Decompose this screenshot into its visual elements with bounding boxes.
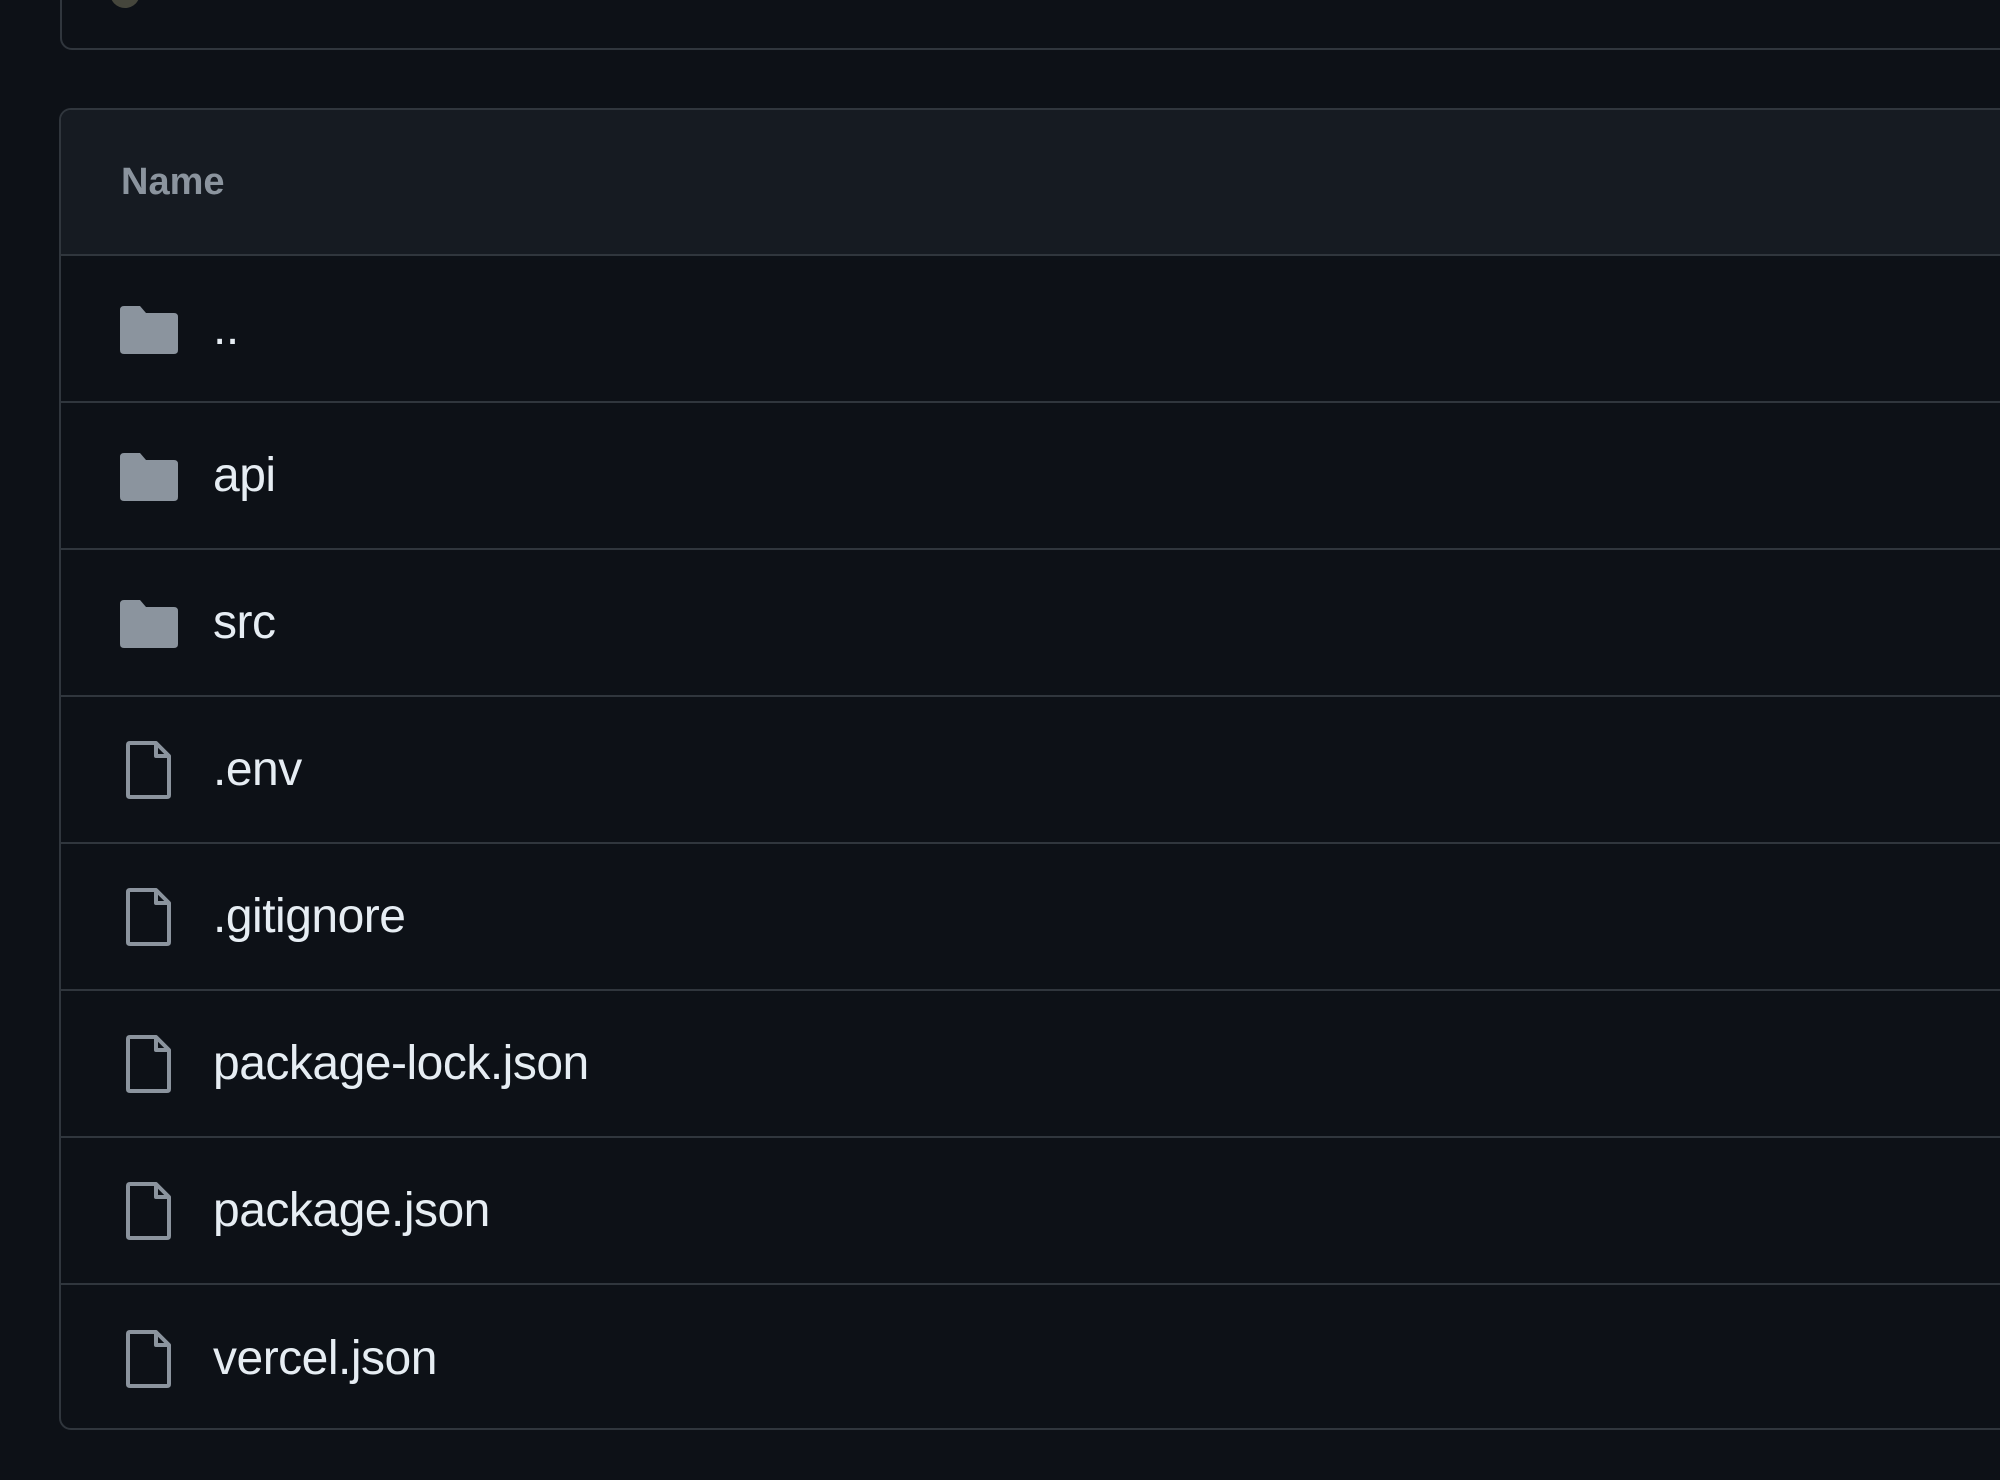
folder-icon (118, 445, 180, 507)
list-item-package[interactable]: package.json (61, 1138, 2000, 1285)
list-item-gitignore[interactable]: .gitignore (61, 844, 2000, 991)
file-icon (118, 1328, 180, 1390)
file-name[interactable]: api (213, 451, 276, 500)
list-item-vercel[interactable]: vercel.json (61, 1285, 2000, 1428)
file-name[interactable]: .gitignore (213, 892, 406, 941)
file-icon (118, 886, 180, 948)
file-icon (118, 1180, 180, 1242)
file-list-table: Name .. api src .env .gitignore package-… (59, 108, 2000, 1430)
file-list: .. api src .env .gitignore package-lock.… (61, 256, 2000, 1428)
file-name[interactable]: package-lock.json (213, 1039, 589, 1088)
file-name[interactable]: .env (213, 745, 302, 794)
list-item-parent-directory[interactable]: .. (61, 256, 2000, 403)
list-item-package-lock[interactable]: package-lock.json (61, 991, 2000, 1138)
folder-icon (118, 592, 180, 654)
top-panel (60, 0, 2000, 50)
list-item-api[interactable]: api (61, 403, 2000, 550)
folder-icon (118, 298, 180, 360)
table-header: Name (61, 110, 2000, 256)
file-name[interactable]: .. (213, 304, 239, 353)
list-item-src[interactable]: src (61, 550, 2000, 697)
file-name[interactable]: vercel.json (213, 1334, 437, 1383)
file-icon (118, 1033, 180, 1095)
column-header-name[interactable]: Name (121, 161, 225, 204)
file-icon (118, 739, 180, 801)
file-name[interactable]: src (213, 598, 276, 647)
list-item-env[interactable]: .env (61, 697, 2000, 844)
file-name[interactable]: package.json (213, 1186, 490, 1235)
